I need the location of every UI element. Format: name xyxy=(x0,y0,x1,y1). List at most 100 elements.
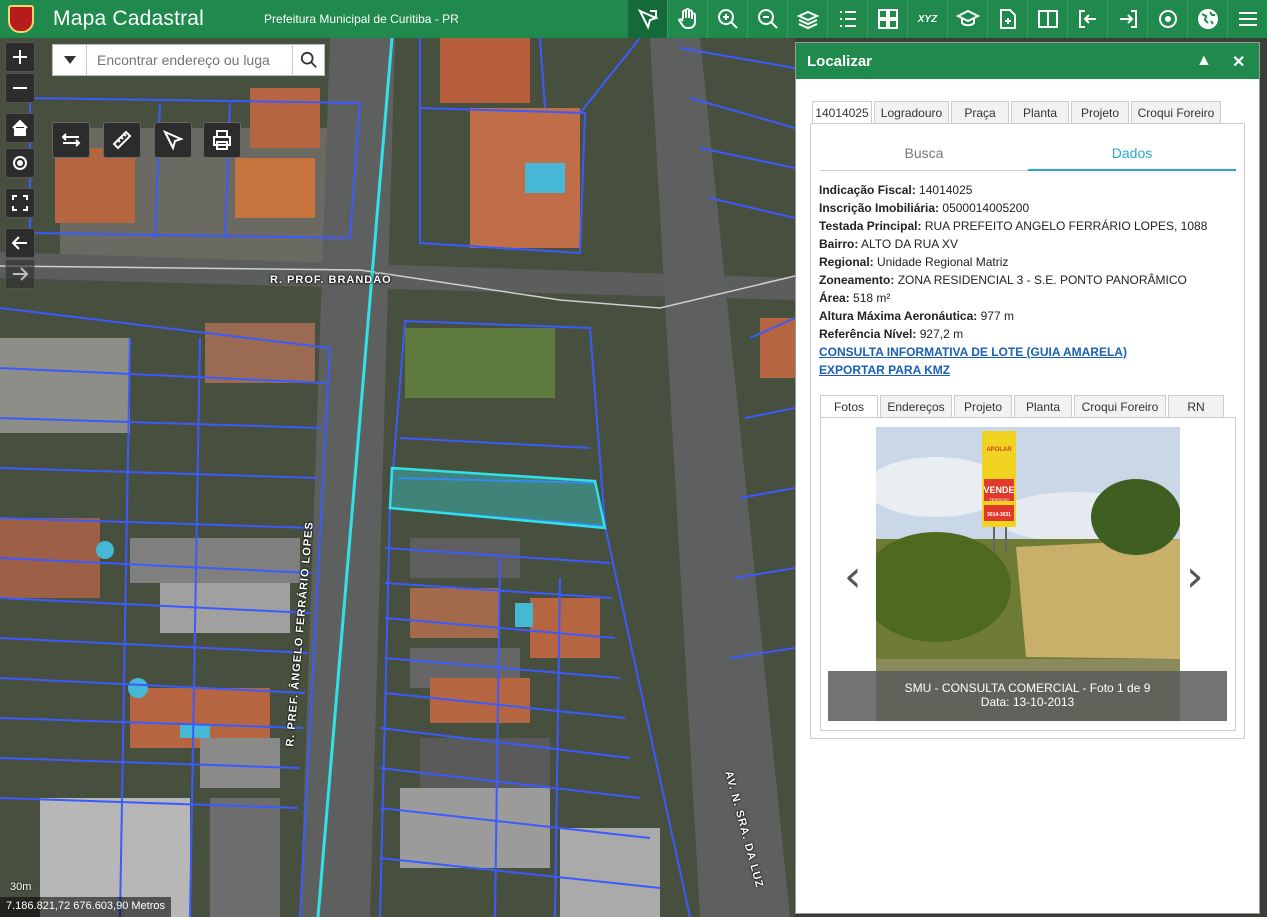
tab-indicacao-fiscal[interactable]: 14014025 xyxy=(812,101,872,123)
parcel-info: Indicação Fiscal: 14014025 Inscrição Imo… xyxy=(819,181,1239,379)
tab-foto-planta[interactable]: Planta xyxy=(1014,395,1072,417)
sign-sub-text: TERRENO xyxy=(989,497,1009,502)
photo-caption-date: Data: 13-10-2013 xyxy=(980,695,1075,709)
photo-tabs: Fotos Endereços Projeto Planta Croqui Fo… xyxy=(820,395,1226,417)
aerial-map xyxy=(0,38,795,917)
street-label-prof-brandao: R. PROF. BRANDÃO xyxy=(270,274,392,286)
arrow-left-icon xyxy=(11,236,27,250)
field-referencia-nivel: Referência Nível: 927,2 m xyxy=(819,327,964,341)
graduation-cap-icon xyxy=(955,9,980,27)
search-type-tabs: 14014025 Logradouro Praça Planta Projeto… xyxy=(812,101,1223,123)
app-subtitle: Prefeitura Municipal de Curitiba - PR xyxy=(264,12,459,26)
identify-tool-button[interactable] xyxy=(627,0,667,38)
close-icon[interactable]: ✕ xyxy=(1232,52,1245,72)
field-bairro: Bairro: ALTO DA RUA XV xyxy=(819,237,958,251)
tab-croqui-foreiro[interactable]: Croqui Foreiro xyxy=(1131,101,1221,123)
identify-icon xyxy=(637,8,659,30)
field-altura: Altura Máxima Aeronáutica: 977 m xyxy=(819,309,1014,323)
sign-phone-text: 3014-3031 xyxy=(987,512,1011,518)
field-regional: Regional: Unidade Regional Matriz xyxy=(819,255,1009,269)
measure-tool-button[interactable] xyxy=(103,122,141,158)
printer-icon xyxy=(213,130,231,150)
import-button[interactable] xyxy=(1067,0,1107,38)
zoom-in-icon xyxy=(717,9,738,29)
crosshair-icon xyxy=(13,156,27,170)
field-inscricao: Inscrição Imobiliária: 0500014005200 xyxy=(819,201,1030,215)
top-bar: Mapa Cadastral Prefeitura Municipal de C… xyxy=(0,0,1267,38)
exportar-kmz-link[interactable]: EXPORTAR PARA KMZ xyxy=(819,361,1239,379)
curitiba-crest-logo xyxy=(8,5,34,33)
collapse-icon[interactable]: ▲ xyxy=(1196,52,1212,70)
grid-icon xyxy=(877,9,898,29)
add-document-button[interactable] xyxy=(987,0,1027,38)
split-view-button[interactable] xyxy=(1027,0,1067,38)
tab-foto-croqui[interactable]: Croqui Foreiro xyxy=(1074,395,1166,417)
tab-rn[interactable]: RN xyxy=(1168,395,1224,417)
next-extent-button[interactable] xyxy=(5,259,35,289)
photo-caption-title: SMU - CONSULTA COMERCIAL - Foto 1 de 9 xyxy=(904,681,1151,695)
swap-arrows-icon xyxy=(61,133,81,147)
zoom-in-tool-button[interactable] xyxy=(707,0,747,38)
arrow-right-icon xyxy=(13,267,29,281)
layers-icon xyxy=(796,10,819,30)
tab-enderecos[interactable]: Endereços xyxy=(880,395,952,417)
tab-logradouro[interactable]: Logradouro xyxy=(874,101,949,123)
zoom-out-tool-button[interactable] xyxy=(747,0,787,38)
search-box xyxy=(52,44,325,76)
field-zoneamento: Zoneamento: ZONA RESIDENCIAL 3 - S.E. PO… xyxy=(819,273,1187,287)
tab-dados[interactable]: Dados xyxy=(1028,137,1236,171)
panel-title: Localizar xyxy=(807,52,873,70)
globe-icon xyxy=(1197,9,1218,29)
map-view[interactable]: R. PROF. BRANDÃO R. PREF. ÂNGELO FERRÁRI… xyxy=(0,38,795,917)
basemap-grid-button[interactable] xyxy=(867,0,907,38)
split-view-icon xyxy=(1037,10,1058,28)
tab-projeto[interactable]: Projeto xyxy=(1071,101,1129,123)
plus-icon xyxy=(13,50,27,64)
locate-button[interactable] xyxy=(5,148,35,178)
consulta-informativa-link[interactable]: CONSULTA INFORMATIVA DE LOTE (GUIA AMARE… xyxy=(819,343,1239,361)
field-indicacao-fiscal: Indicação Fiscal: 14014025 xyxy=(819,183,973,197)
toolbar: XYZ xyxy=(627,0,1267,38)
location-button[interactable] xyxy=(1147,0,1187,38)
fullscreen-icon xyxy=(12,195,28,211)
swipe-tool-button[interactable] xyxy=(52,122,90,158)
field-testada: Testada Principal: RUA PREFEITO ANGELO F… xyxy=(819,219,1208,233)
minus-icon xyxy=(13,87,27,89)
import-icon xyxy=(1078,10,1096,28)
search-input[interactable] xyxy=(87,52,292,68)
sign-brand-text: APOLAR xyxy=(986,447,1012,453)
search-source-dropdown[interactable] xyxy=(53,45,87,75)
layers-tool-button[interactable] xyxy=(787,0,827,38)
xyz-icon: XYZ xyxy=(917,13,938,25)
sub-tabs: Busca Dados xyxy=(820,137,1236,171)
zoom-out-button[interactable] xyxy=(5,73,35,103)
print-button[interactable] xyxy=(203,122,241,158)
search-button[interactable] xyxy=(292,45,324,75)
export-button[interactable] xyxy=(1107,0,1147,38)
prev-photo-icon[interactable]: ‹ xyxy=(844,551,862,602)
home-button[interactable] xyxy=(5,113,35,143)
zoom-in-button[interactable] xyxy=(5,42,35,72)
export-icon xyxy=(1119,10,1137,28)
list-icon xyxy=(839,11,856,27)
tab-foto-projeto[interactable]: Projeto xyxy=(954,395,1012,417)
menu-button[interactable] xyxy=(1227,0,1267,38)
globe-button[interactable] xyxy=(1187,0,1227,38)
localizar-panel: Localizar ▲ ✕ 14014025 Logradouro Praça … xyxy=(795,42,1260,914)
previous-extent-button[interactable] xyxy=(5,228,35,258)
xyz-coordinates-button[interactable]: XYZ xyxy=(907,0,947,38)
identify-map-button[interactable] xyxy=(154,122,192,158)
next-photo-icon[interactable]: › xyxy=(1186,551,1204,602)
pan-hand-icon xyxy=(677,8,696,29)
pan-tool-button[interactable] xyxy=(667,0,707,38)
sign-sale-text: VENDE xyxy=(983,485,1014,495)
legend-list-button[interactable] xyxy=(827,0,867,38)
app-title: Mapa Cadastral xyxy=(53,7,205,30)
location-dot-icon xyxy=(1158,10,1177,28)
fullscreen-button[interactable] xyxy=(5,188,35,218)
tab-fotos[interactable]: Fotos xyxy=(820,395,878,417)
education-button[interactable] xyxy=(947,0,987,38)
tab-busca[interactable]: Busca xyxy=(820,137,1028,171)
tab-praca[interactable]: Praça xyxy=(951,101,1009,123)
tab-planta[interactable]: Planta xyxy=(1011,101,1069,123)
